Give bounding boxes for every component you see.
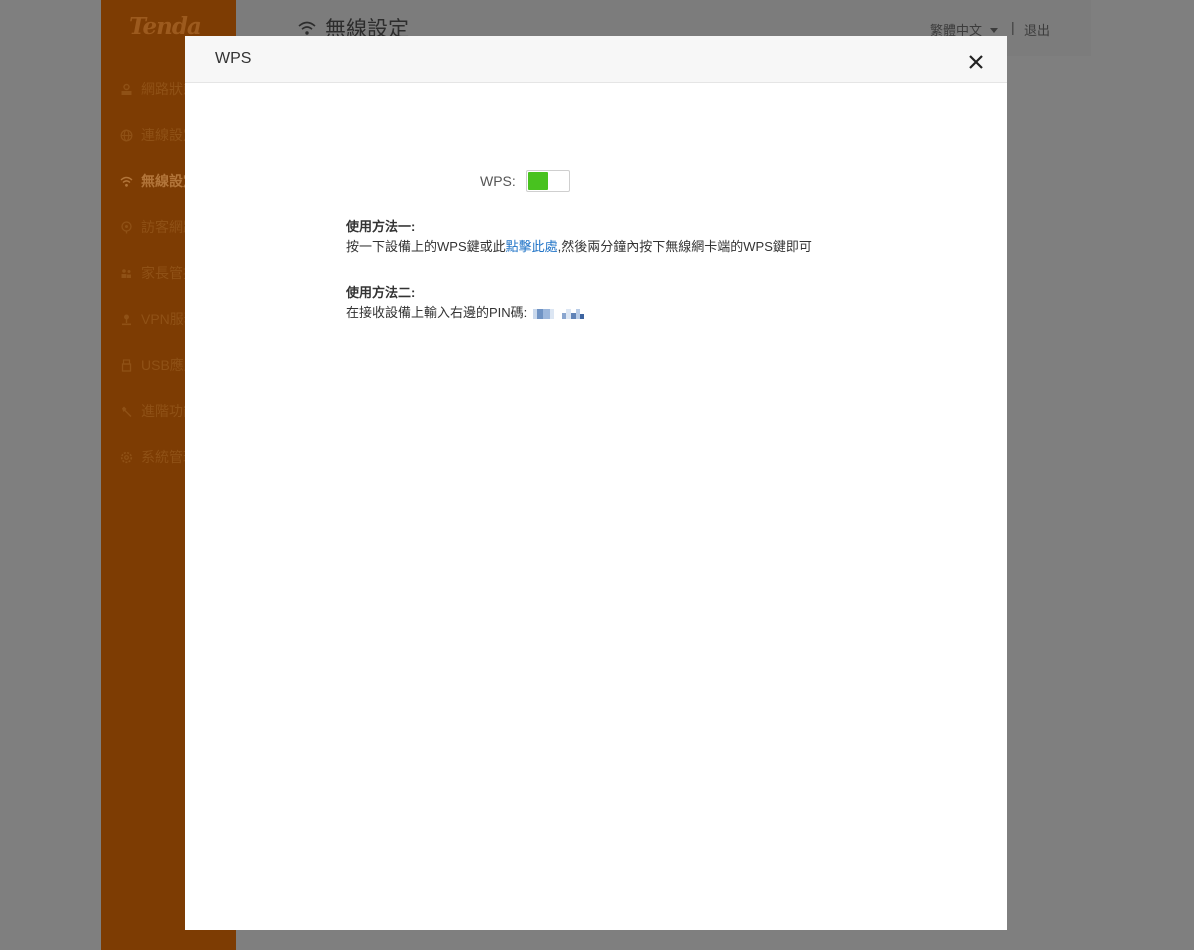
usage-method-one: 使用方法一: 按一下設備上的WPS鍵或此點擊此處,然後兩分鐘內按下無線網卡端的W…: [346, 218, 812, 256]
toggle-on-indicator: [527, 172, 548, 190]
dialog-header: WPS: [185, 36, 1007, 83]
wps-dialog: WPS WPS: 使用方法一: 按一下設備上的WPS鍵或此點擊此處,然後兩分鐘內…: [185, 36, 1007, 930]
logout-link[interactable]: 退出: [1024, 20, 1050, 39]
router-status-icon: [120, 83, 133, 96]
method-two-title: 使用方法二:: [346, 285, 416, 300]
usage-method-two: 使用方法二: 在接收設備上輸入右邊的PIN碼:: [346, 284, 585, 322]
pin-code-redacted: [533, 308, 585, 319]
wifi-icon: [120, 175, 133, 188]
close-icon: [969, 55, 983, 69]
usb-icon: [120, 358, 133, 372]
method-two-text: 在接收設備上輸入右邊的PIN碼:: [346, 305, 528, 320]
gear-icon: [120, 451, 133, 464]
vpn-icon: [120, 313, 133, 326]
chevron-down-icon: [990, 27, 999, 33]
method-one-text-before: 按一下設備上的WPS鍵或此: [346, 239, 506, 254]
wps-toggle[interactable]: [525, 170, 570, 192]
dialog-title: WPS: [215, 50, 252, 67]
wrench-icon: [120, 405, 133, 418]
header-separator: |: [1011, 19, 1015, 35]
method-one-title: 使用方法一:: [346, 219, 416, 234]
click-here-link[interactable]: 點擊此處: [506, 239, 558, 254]
page-margin-left: [0, 0, 101, 950]
method-two-description: 在接收設備上輸入右邊的PIN碼:: [346, 304, 585, 322]
wps-label: WPS:: [480, 173, 516, 189]
method-one-text-after: ,然後兩分鐘內按下無線網卡端的WPS鍵即可: [557, 239, 812, 254]
method-one-description: 按一下設備上的WPS鍵或此點擊此處,然後兩分鐘內按下無線網卡端的WPS鍵即可: [346, 238, 812, 256]
parental-control-icon: [120, 267, 133, 280]
close-button[interactable]: [965, 51, 987, 73]
page-margin-right: [1091, 0, 1194, 950]
guest-network-icon: [120, 220, 133, 234]
wps-setting-row: WPS:: [480, 170, 570, 192]
wifi-icon: [298, 21, 316, 35]
globe-icon: [120, 129, 133, 142]
